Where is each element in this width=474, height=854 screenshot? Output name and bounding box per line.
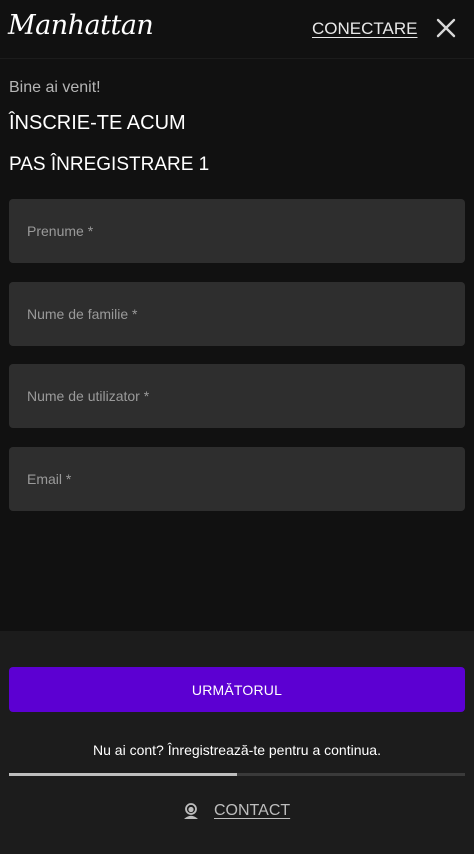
step-title: PAS ÎNREGISTRARE 1 <box>9 154 210 175</box>
account-note: Nu ai cont? Înregistrează-te pentru a co… <box>93 742 381 758</box>
footer-panel: URMĂTORUL Nu ai cont? Înregistrează-te p… <box>0 631 474 854</box>
close-icon <box>436 18 456 38</box>
next-button[interactable]: URMĂTORUL <box>9 667 465 712</box>
login-link[interactable]: CONECTARE <box>312 19 417 39</box>
close-button[interactable] <box>434 16 458 40</box>
contact-link[interactable]: CONTACT <box>182 802 290 820</box>
page-title: ÎNSCRIE-TE ACUM <box>9 112 186 134</box>
support-agent-icon <box>182 802 200 820</box>
first-name-field[interactable] <box>9 199 465 263</box>
brand-logo[interactable]: Manhattan <box>8 10 154 41</box>
header-bar: Manhattan CONECTARE <box>0 0 474 59</box>
email-field[interactable] <box>9 447 465 511</box>
welcome-text: Bine ai venit! <box>9 79 101 96</box>
username-field[interactable] <box>9 364 465 428</box>
contact-label: CONTACT <box>214 802 291 819</box>
progress-fill <box>9 773 237 776</box>
signup-screen: Manhattan CONECTARE Bine ai venit! ÎNSCR… <box>0 0 474 854</box>
last-name-field[interactable] <box>9 282 465 346</box>
progress-bar <box>9 773 465 776</box>
